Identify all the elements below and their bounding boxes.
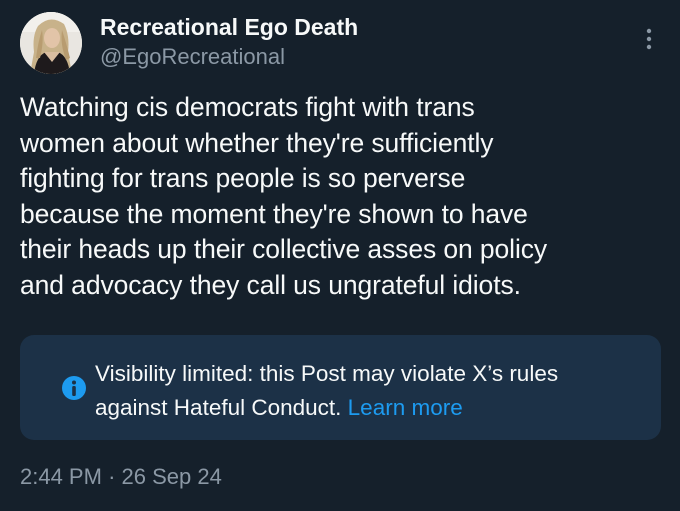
info-icon xyxy=(58,372,90,404)
more-vertical-icon xyxy=(646,28,652,50)
more-options-button[interactable] xyxy=(636,24,662,54)
post-text-line: and advocacy they call us ungrateful idi… xyxy=(20,269,521,300)
post-container: Recreational Ego Death @EgoRecreational … xyxy=(0,0,680,511)
notice-line-2: against Hateful Conduct. Learn more xyxy=(95,391,655,425)
post-text-line: fighting for trans people is so perverse xyxy=(20,163,466,194)
post-time: 2:44 PM xyxy=(20,464,102,489)
post-date: 26 Sep 24 xyxy=(121,464,222,489)
notice-text: Visibility limited: this Post may violat… xyxy=(95,357,655,425)
post-text-line: women about whether they're sufficiently xyxy=(20,127,494,158)
learn-more-link[interactable]: Learn more xyxy=(348,395,463,420)
post-text: Watching cis democrats fight with trans … xyxy=(20,90,660,304)
author-display-name[interactable]: Recreational Ego Death xyxy=(100,13,358,41)
profile-photo-icon xyxy=(20,12,82,74)
notice-line-2-text: against Hateful Conduct. xyxy=(95,395,342,420)
visibility-limited-notice: Visibility limited: this Post may violat… xyxy=(20,335,661,440)
avatar[interactable] xyxy=(20,12,82,74)
timestamp-separator: · xyxy=(108,464,116,489)
notice-line-1: Visibility limited: this Post may violat… xyxy=(95,361,559,386)
post-timestamp[interactable]: 2:44 PM · 26 Sep 24 xyxy=(20,463,222,491)
post-text-line: Watching cis democrats fight with trans xyxy=(20,92,475,122)
post-text-line: their heads up their collective asses on… xyxy=(20,234,548,265)
post-text-line: because the moment they're shown to have xyxy=(20,198,528,229)
author-handle[interactable]: @EgoRecreational xyxy=(100,43,285,71)
